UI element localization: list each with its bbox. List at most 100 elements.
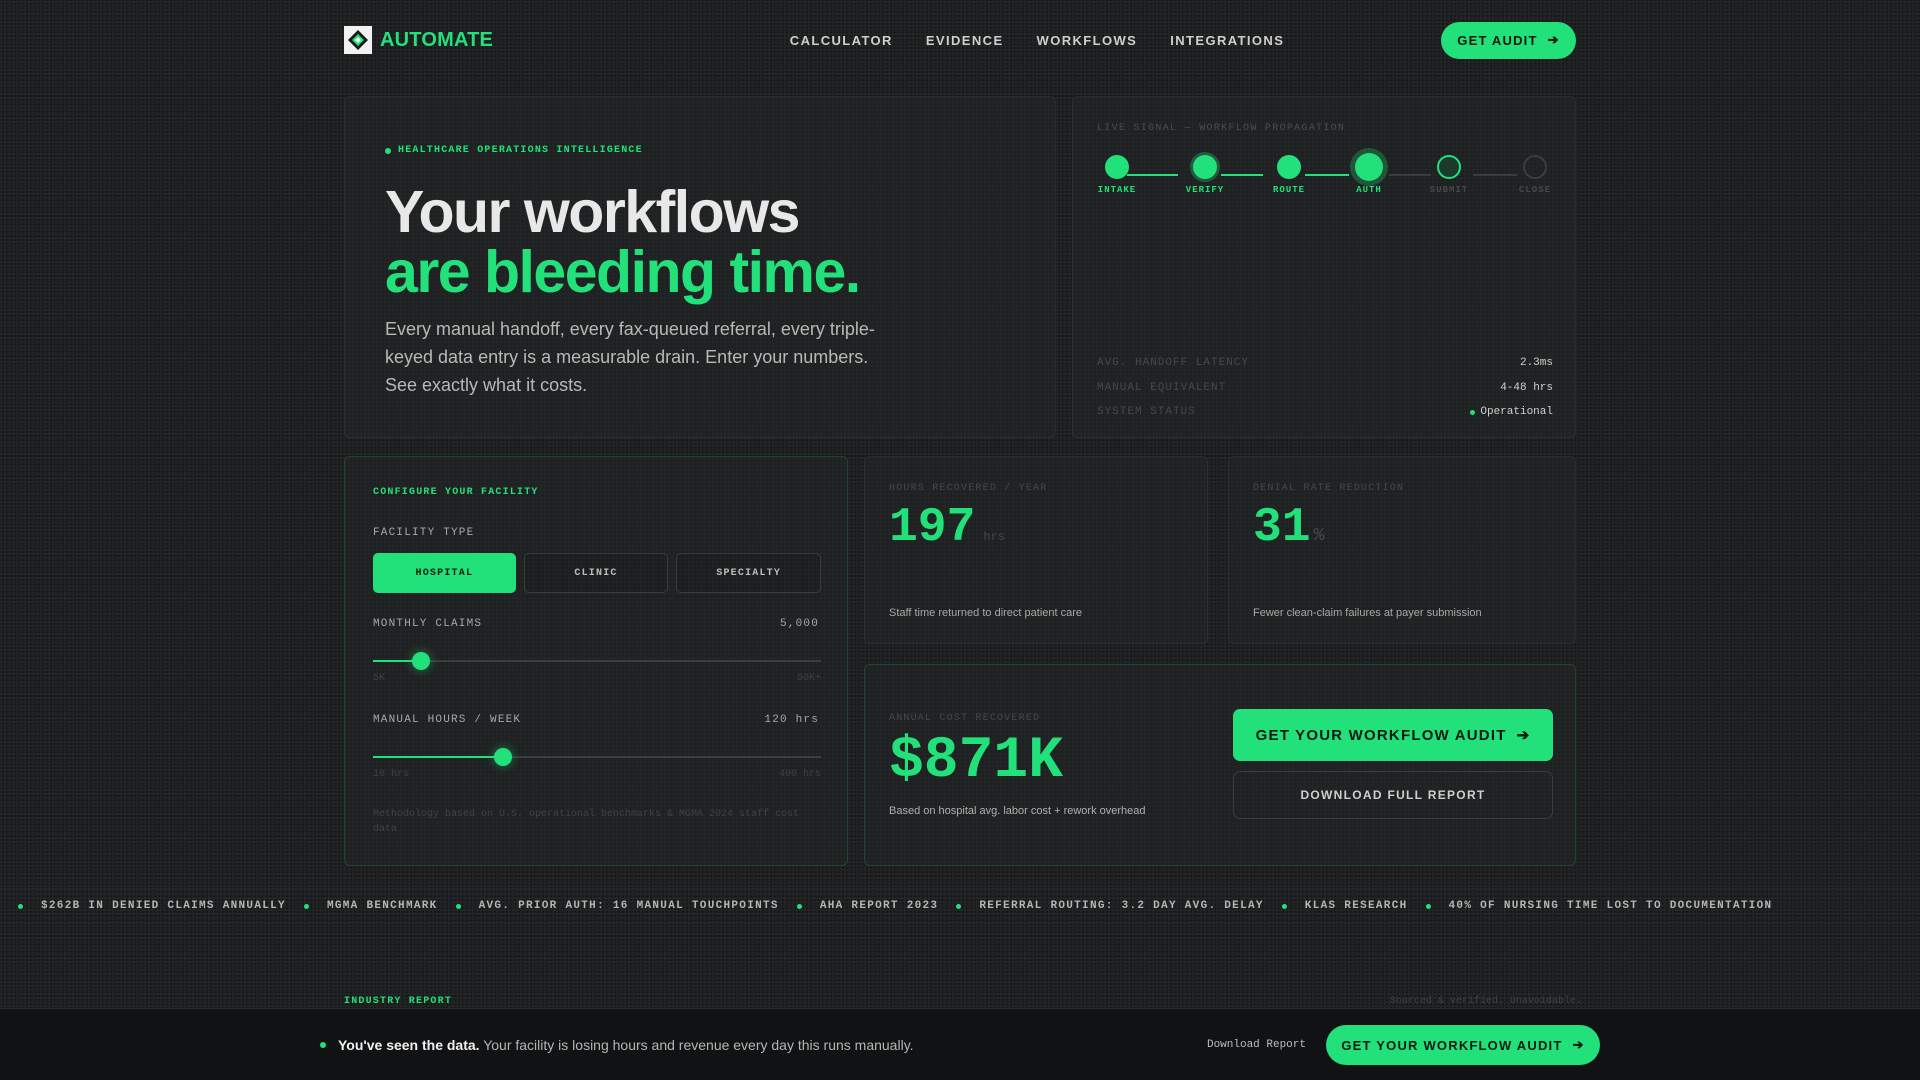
- hours-max: 400 hrs: [778, 769, 821, 780]
- metric-card-hours: HOURS RECOVERED / YEAR 197 hrs Staff tim…: [864, 456, 1208, 644]
- ticker-dot-icon: [956, 903, 962, 909]
- annual-cost-description: Based on hospital avg. labor cost + rewo…: [889, 805, 1146, 817]
- monthly-claims-label: MONTHLY CLAIMS: [373, 618, 483, 630]
- signal-value: Operational: [1480, 406, 1553, 419]
- ticker-dot-icon: [303, 903, 309, 909]
- hero-eyebrow-text: HEALTHCARE OPERATIONS INTELLIGENCE: [398, 145, 643, 156]
- ticker-item: 40% OF NURSING TIME LOST TO DOCUMENTATIO…: [1448, 900, 1773, 912]
- annual-cost-label: ANNUAL COST RECOVERED: [889, 713, 1041, 724]
- ticker-item: MGMA BENCHMARK: [326, 900, 438, 912]
- get-audit-button[interactable]: GET AUDIT ➔: [1441, 21, 1576, 59]
- facility-option-specialty[interactable]: SPECIALTY: [676, 553, 822, 593]
- pipeline-connector: [1221, 174, 1263, 176]
- headline-line-1: Your workflows: [385, 179, 800, 245]
- metric-value: 197: [889, 501, 976, 555]
- stage-label-route: ROUTE: [1272, 185, 1306, 195]
- industry-report-label: INDUSTRY REPORT: [344, 996, 453, 1007]
- pipeline-node-auth: [1355, 153, 1383, 181]
- industry-source-note: Sourced & verified. Unavoidable.: [1390, 996, 1583, 1007]
- hours-range: 10 hrs 400 hrs: [373, 769, 821, 780]
- ticker-item: REFERRAL ROUTING: 3.2 DAY AVG. DELAY: [979, 900, 1264, 912]
- signal-value: 2.3ms: [1519, 357, 1553, 370]
- cta-bar-message: You've seen the data. Your facility is l…: [320, 1037, 914, 1053]
- footer-get-workflow-audit-button[interactable]: GET YOUR WORKFLOW AUDIT ➔: [1326, 1025, 1600, 1065]
- ticker-dot-icon: [1425, 903, 1431, 909]
- brand[interactable]: AUTOMATE: [344, 26, 493, 54]
- ticker-dot-icon: [455, 903, 461, 909]
- pipeline-connector: [1473, 174, 1517, 176]
- manual-hours-slider[interactable]: [373, 747, 821, 767]
- signal-key: SYSTEM STATUS: [1097, 406, 1196, 419]
- ticker-item: KLAS RESEARCH: [1304, 900, 1408, 912]
- signal-row-latency: AVG. HANDOFF LATENCY 2.3ms: [1097, 351, 1553, 376]
- get-workflow-audit-button[interactable]: GET YOUR WORKFLOW AUDIT ➔: [1233, 709, 1553, 761]
- ticker-dot-icon: [1281, 903, 1287, 909]
- ticker-dot-icon: [18, 903, 23, 909]
- metric-card-denial: DENIAL RATE REDUCTION 31 % Fewer clean-c…: [1228, 456, 1576, 644]
- nav-link-integrations[interactable]: INTEGRATIONS: [1170, 33, 1284, 48]
- slider-thumb[interactable]: [411, 652, 430, 670]
- facility-option-hospital[interactable]: HOSPITAL: [373, 553, 516, 593]
- nav-link-calculator[interactable]: CALCULATOR: [790, 33, 893, 48]
- stats-ticker: $262B IN DENIED CLAIMS ANNUALLY MGMA BEN…: [0, 888, 1920, 924]
- monthly-claims-value: 5,000: [779, 618, 819, 630]
- cta-bar-inner: You've seen the data. Your facility is l…: [320, 1009, 1600, 1080]
- download-report-link[interactable]: Download Report: [1207, 1039, 1306, 1051]
- top-nav: AUTOMATE CALCULATOR EVIDENCE WORKFLOWS I…: [344, 16, 1576, 64]
- cta-bar-bold: You've seen the data.: [338, 1037, 480, 1053]
- pipeline-node-verify: [1193, 155, 1217, 179]
- metric-description: Staff time returned to direct patient ca…: [889, 607, 1083, 619]
- sticky-cta-bar: You've seen the data. Your facility is l…: [0, 1008, 1920, 1080]
- metric-description: Fewer clean-claim failures at payer subm…: [1253, 607, 1482, 619]
- status-dot-icon: [385, 147, 391, 154]
- slider-track: [373, 660, 821, 662]
- cta-bar-text: Your facility is losing hours and revenu…: [483, 1037, 914, 1053]
- stage-label-auth: AUTH: [1356, 185, 1382, 195]
- facility-type-selector: HOSPITAL CLINIC SPECIALTY: [373, 553, 822, 593]
- metric-value-group: 197 hrs: [889, 501, 1005, 555]
- stage-label-close: CLOSE: [1518, 185, 1552, 195]
- arrow-right-icon: ➔: [1547, 32, 1560, 47]
- get-audit-label: GET AUDIT: [1457, 32, 1538, 48]
- ticker-item: $262B IN DENIED CLAIMS ANNUALLY: [41, 900, 286, 912]
- claims-range: 5K 50K+: [373, 673, 821, 684]
- annual-cost-value: $871K: [889, 729, 1064, 794]
- metric-unit: %: [1313, 526, 1325, 546]
- download-full-report-button[interactable]: DOWNLOAD FULL REPORT: [1233, 771, 1553, 819]
- metric-value-group: 31 %: [1253, 501, 1324, 555]
- slider-thumb[interactable]: [493, 748, 512, 766]
- signal-row-status: SYSTEM STATUS Operational: [1097, 400, 1553, 425]
- nav-link-evidence[interactable]: EVIDENCE: [926, 33, 1004, 48]
- stage-label-intake: INTAKE: [1097, 185, 1137, 195]
- signal-key: MANUAL EQUIVALENT: [1097, 381, 1227, 394]
- pipeline-node-submit: [1437, 155, 1461, 179]
- nav-links: CALCULATOR EVIDENCE WORKFLOWS INTEGRATIO…: [790, 33, 1285, 48]
- claims-min: 5K: [373, 673, 386, 684]
- pipeline-connector: [1127, 174, 1178, 176]
- signal-key: AVG. HANDOFF LATENCY: [1097, 357, 1250, 370]
- signal-stats: AVG. HANDOFF LATENCY 2.3ms MANUAL EQUIVA…: [1097, 351, 1553, 425]
- signal-row-manual: MANUAL EQUIVALENT 4-48 hrs: [1097, 376, 1553, 401]
- methodology-note: Methodology based on U.S. operational be…: [373, 809, 800, 835]
- facility-option-clinic[interactable]: CLINIC: [523, 553, 669, 593]
- nav-link-workflows[interactable]: WORKFLOWS: [1037, 33, 1138, 48]
- signal-title: LIVE SIGNAL — WORKFLOW PROPAGATION: [1097, 123, 1346, 134]
- headline-line-2: are bleeding time.: [385, 239, 861, 305]
- footer-cta-label: GET YOUR WORKFLOW AUDIT: [1341, 1037, 1563, 1053]
- live-signal-card: LIVE SIGNAL — WORKFLOW PROPAGATION INTAK…: [1072, 96, 1576, 438]
- metric-unit: hrs: [983, 530, 1006, 544]
- hero-card: HEALTHCARE OPERATIONS INTELLIGENCE Your …: [344, 96, 1056, 438]
- manual-hours-value: 120 hrs: [764, 714, 819, 726]
- manual-hours-label: MANUAL HOURS / WEEK: [373, 714, 522, 726]
- configure-facility-card: CONFIGURE YOUR FACILITY FACILITY TYPE HO…: [344, 456, 848, 866]
- metric-label: HOURS RECOVERED / YEAR: [889, 483, 1048, 494]
- monthly-claims-slider[interactable]: [373, 651, 821, 671]
- ticker-item: AVG. PRIOR AUTH: 16 MANUAL TOUCHPOINTS: [478, 900, 779, 912]
- automate-logo-icon: [344, 26, 372, 54]
- hours-min: 10 hrs: [373, 769, 410, 780]
- status-dot-icon: [320, 1042, 326, 1048]
- pipeline-connector: [1305, 174, 1349, 176]
- slider-fill: [373, 756, 503, 758]
- hero-lede: Every manual handoff, every fax-queued r…: [385, 319, 875, 395]
- facility-type-label: FACILITY TYPE: [373, 527, 475, 539]
